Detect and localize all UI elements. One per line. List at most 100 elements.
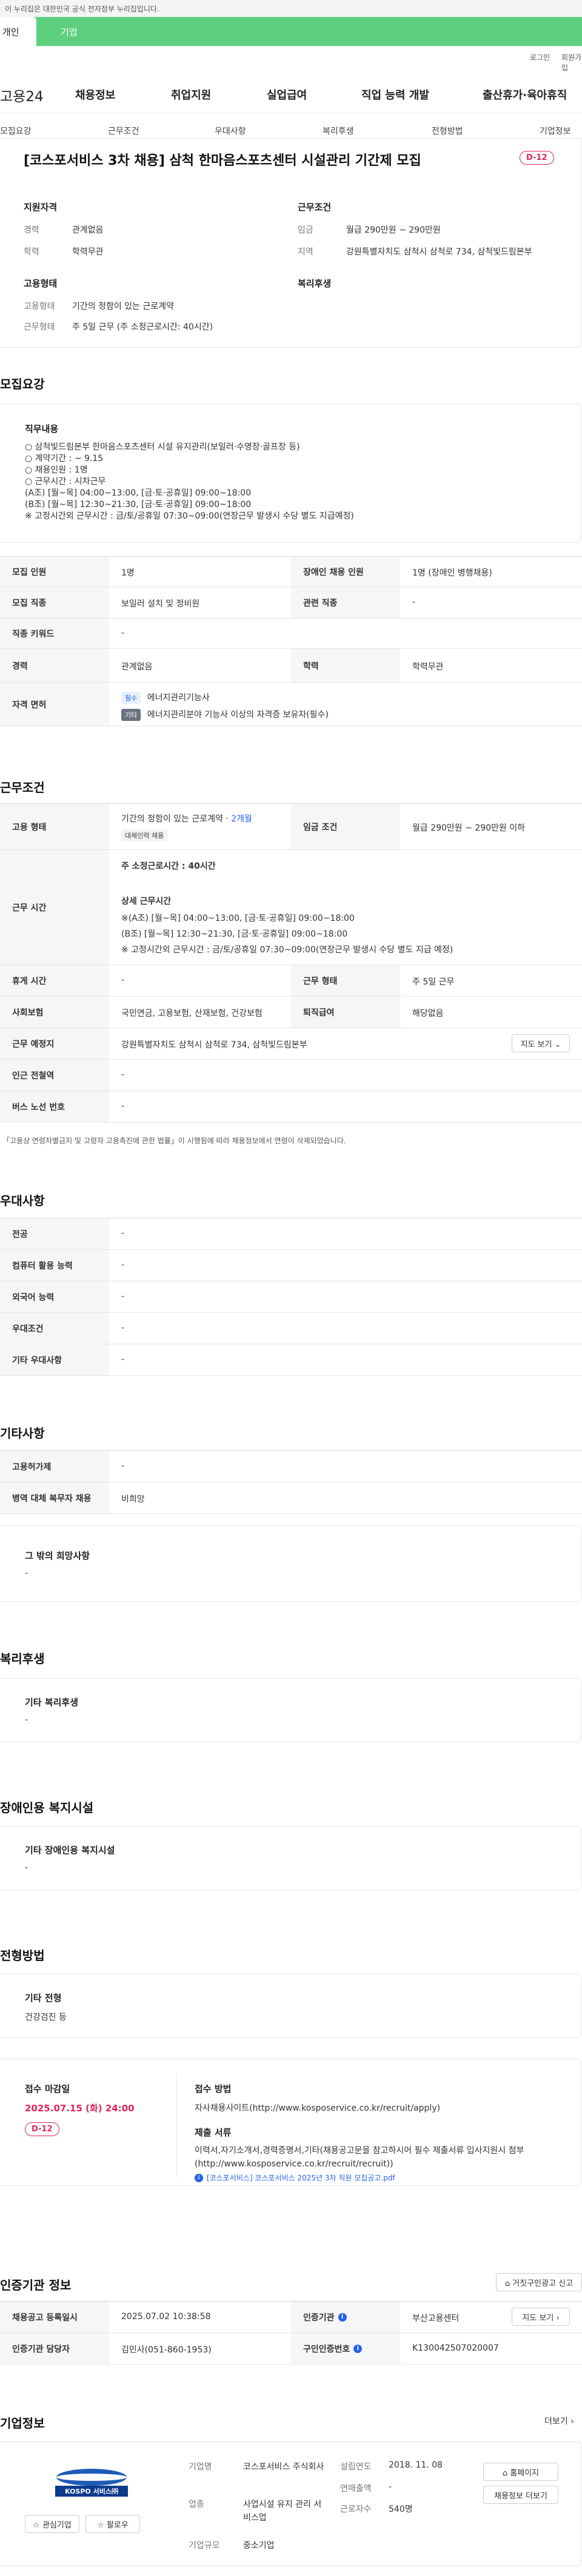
pref-etc-value: - [121,1355,125,1364]
snb-conditions[interactable]: 근무조건 [108,125,139,137]
docs-title: 제출 서류 [195,2127,232,2138]
dday-badge: D-12 [520,151,554,165]
subway-label: 인근 전철역 [0,1060,109,1090]
section-disability-title: 장애인용 복지시설 [0,1801,94,1815]
follow-button[interactable]: ☆ 팔로우 [85,2515,140,2533]
company-name-label: 기업명 [189,2462,212,2472]
signup-link[interactable]: 회원가입 [561,52,582,73]
company-logo-text: KOSPO 서비스㈜ [65,2488,118,2495]
section-preference-title: 우대사항 [0,1193,45,1208]
agency-label: 인증기관 [303,2312,335,2323]
bus-label: 버스 노선 번호 [0,1091,109,1122]
snb-recruit[interactable]: 모집요강 [0,125,32,137]
agency-map-button[interactable]: 지도 보기 › [512,2308,570,2326]
fav-label: 관심기업 [42,2521,72,2530]
disability-card: 기타 장애인용 복지시설 - [0,1826,582,1890]
snb-preference[interactable]: 우대사항 [215,125,246,137]
emp-form-value: 기간의 정함이 있는 근로계약 · [121,814,232,824]
fav-company-button[interactable]: ☆ 관심기업 [25,2515,79,2533]
gnb-employment-support[interactable]: 취업지원 [171,87,211,102]
work-type-label: 근무형태 [24,322,55,332]
section-recruit-title: 모집요강 [0,377,45,391]
selection-box-title: 기타 전형 [25,1993,62,2003]
attachment-link[interactable]: ⇩ [코스포서비스] 코스포서비스 2025년 3차 직원 모집공고.pdf [195,2173,395,2183]
job-category-label: 모집 직종 [0,587,109,618]
star-icon: ☆ [97,2521,104,2530]
login-link[interactable]: 로그인 [530,52,550,62]
gnb-leave[interactable]: 출산휴가·육아휴직 [483,87,567,102]
military-value: 비희망 [121,1495,145,1504]
agency-table: 채용공고 등록일시 2025.07.02 10:38:58 인증기관 i 부산고용… [0,2301,582,2365]
job-title: [코스포서비스 3차 채용] 삼척 한마음스포츠센터 시설관리 기간제 모집 [24,153,421,168]
section-company-title: 기업정보 [0,2416,45,2431]
area-value: 강원특별자치도 삼척시 삼척로 734, 삼척빛드림본부 [346,247,532,257]
snb-company[interactable]: 기업정보 [540,125,571,137]
pref-condition-label: 우대조건 [0,1313,109,1344]
company-more-link[interactable]: 더보기 › [544,2415,574,2427]
disability-box-title: 기타 장애인용 복지시설 [25,1845,115,1856]
age-notice: 「고용상 연령차별금지 및 고령자 고용촉진에 관한 법률」이 시행됨에 따라 … [2,1137,346,1145]
gov-notice: 이 누리집은 대한민국 공식 전자정부 누리집입니다. [0,0,582,17]
disabled-count-label: 장애인 채용 인원 [291,557,400,586]
tab-company[interactable]: 기업 [61,25,78,38]
weekly-hours: 주 소정근로시간 : 40시간 [121,861,216,871]
chevron-right-icon: › [570,2417,574,2426]
method-title: 접수 방법 [195,2083,232,2094]
edu-row-value: 학력무관 [412,662,444,672]
report-button-label: 거짓구인광고 신고 [512,2279,574,2288]
staff-label: 근로자수 [340,2505,372,2514]
wage-label: 임금 [298,225,313,235]
manager-value: 김민사(051-860-1953) [121,2345,212,2355]
other-wish-card: 그 밖의 희망사항 - [0,1525,582,1602]
wage-value: 월급 290만원 ~ 290만원 [346,225,441,235]
disabled-count-value: 1명 (장애인 병행채용) [412,568,492,578]
military-label: 병역 대체 복무자 채용 [0,1482,109,1513]
company-jobs-button[interactable]: 채용정보 더보기 [483,2486,558,2504]
report-fake-ad-button[interactable]: ⌂ 거짓구인광고 신고 [496,2273,582,2291]
career-value: 관계없음 [72,225,104,235]
section-agency-title: 인증기관 정보 [0,2278,72,2292]
docs-value: 이력서,자기소개서,경력증명서,기타(채용공고문을 참고하시어 필수 제출서류 … [195,2146,524,2169]
work-form-label: 근무 형태 [291,965,400,996]
severance-label: 퇴직급여 [291,997,400,1027]
snb-welfare[interactable]: 복리후생 [323,125,354,137]
conditions-table: 고용 형태 기간의 정함이 있는 근로계약 · 2개월 대체인력 채용 임금 조… [0,803,582,1123]
license-2: 에너지관리분야 기능사 이상의 자격증 보유자(필수) [147,710,329,720]
gnb-training[interactable]: 직업 능력 개발 [361,87,429,102]
homepage-button[interactable]: ⌂ 홈페이지 [483,2463,558,2481]
tab-individual[interactable]: 개인 [0,17,36,46]
snb-selection[interactable]: 전형방법 [432,125,463,137]
workplace-map-button[interactable]: 지도 보기 ⌄ [512,1034,570,1052]
duty-card: 직무내용 ○ 삼척빛드림본부 한마음스포츠센터 시설 유지관리(보일러·수영장·… [0,403,582,543]
career-row-value: 관계없음 [121,662,153,672]
welfare-title: 복리후생 [298,278,332,289]
founded-label: 설립연도 [340,2462,372,2472]
cert-num-label: 구인인증번호 [303,2344,350,2354]
map-button-label: 지도 보기 [520,1040,552,1049]
logo[interactable]: 고용24 [0,85,44,105]
emp-type-label: 고용형태 [24,302,55,311]
pref-language-label: 외국어 능력 [0,1281,109,1312]
edu-label: 학력 [24,247,39,257]
work-form-value: 주 5일 근무 [412,977,455,987]
bus-value: - [121,1101,125,1111]
section-welfare-title: 복리후생 [0,1651,45,1666]
staff-value: 540명 [389,2505,413,2514]
career-row-label: 경력 [0,649,109,682]
emp-form-label: 고용 형태 [0,804,109,849]
rest-label: 휴게 시간 [0,965,109,996]
revenue-label: 연매출액 [340,2484,372,2494]
info-icon[interactable]: i [353,2344,363,2353]
rest-value: - [121,975,125,985]
agency-map-label: 지도 보기 [522,2314,554,2323]
attachment-label: [코스포서비스] 코스포서비스 2025년 3차 직원 모집공고.pdf [207,2174,395,2182]
recruit-count-value: 1명 [121,568,135,578]
workplace-value: 강원특별자치도 삼척시 삼척로 734, 삼척빛드림본부 [121,1040,307,1050]
disability-box-value: - [25,1863,28,1873]
gnb-jobs[interactable]: 채용정보 [75,87,115,102]
emp-type-value: 기간의 정함이 있는 근로계약 [72,302,174,311]
info-icon[interactable]: i [338,2312,347,2322]
area-label: 지역 [298,247,313,257]
gnb-unemployment[interactable]: 실업급여 [267,87,307,102]
pref-etc-label: 기타 우대사항 [0,1344,109,1375]
